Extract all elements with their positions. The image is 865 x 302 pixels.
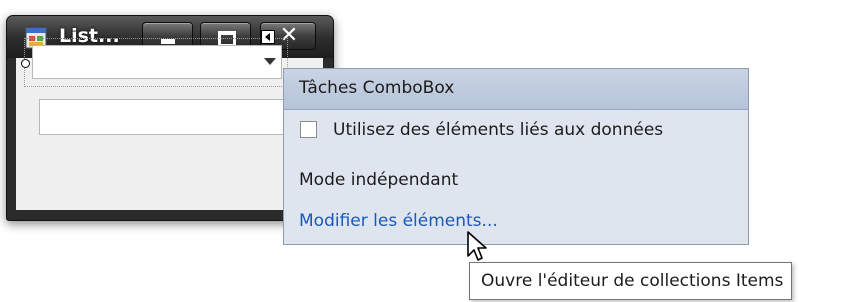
data-bound-items-label[interactable]: Utilisez des éléments liés aux données bbox=[333, 120, 663, 140]
smart-tag-glyph[interactable] bbox=[261, 30, 275, 44]
resize-handle[interactable] bbox=[21, 59, 30, 68]
data-bound-items-checkbox[interactable] bbox=[300, 121, 317, 138]
tasks-panel-header: Tâches ComboBox bbox=[284, 69, 748, 110]
tooltip-text: Ouvre l'éditeur de collections Items bbox=[481, 271, 784, 291]
edit-items-link[interactable]: Modifier les éléments... bbox=[299, 211, 498, 231]
chevron-down-icon[interactable] bbox=[264, 58, 276, 65]
designer-canvas: List... ✕ Tâches ComboBox Utilisez des é… bbox=[0, 0, 865, 302]
textbox[interactable] bbox=[39, 99, 284, 135]
combobox[interactable] bbox=[32, 45, 282, 79]
mouse-pointer-icon bbox=[467, 231, 487, 261]
combobox-tasks-panel: Tâches ComboBox Utilisez des éléments li… bbox=[283, 68, 749, 245]
unbound-mode-label: Mode indépendant bbox=[299, 170, 459, 190]
tasks-panel-title: Tâches ComboBox bbox=[299, 78, 455, 98]
tooltip: Ouvre l'éditeur de collections Items bbox=[469, 262, 793, 300]
